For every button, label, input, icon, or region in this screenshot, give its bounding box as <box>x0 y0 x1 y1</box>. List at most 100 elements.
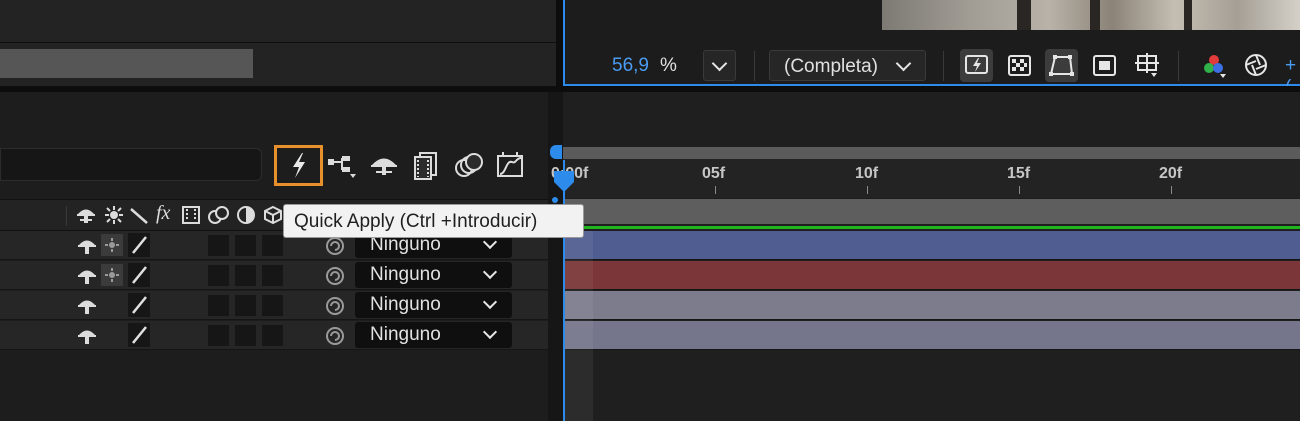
layer-row[interactable]: Ninguno <box>0 321 548 350</box>
ruler-tick <box>1171 186 1172 194</box>
hide-shy-layers-button[interactable] <box>367 150 401 182</box>
graph-editor-button[interactable] <box>494 150 528 182</box>
toolbar-separator <box>1178 51 1179 81</box>
fast-previews-icon <box>965 55 988 74</box>
grid-guides-button[interactable] <box>1130 49 1163 82</box>
region-icon <box>1093 55 1116 76</box>
mask-icon <box>1049 55 1074 76</box>
motion-blur-switch[interactable] <box>262 235 283 256</box>
grid-icon <box>1135 53 1159 77</box>
shy-icon[interactable] <box>76 265 98 287</box>
motion-blur-icon[interactable] <box>207 204 231 226</box>
collapse-transform-icon <box>105 268 119 282</box>
layer-row[interactable]: Ninguno <box>0 291 548 320</box>
layer-duration-bar[interactable] <box>563 321 1300 350</box>
parent-dropdown[interactable]: Ninguno <box>355 262 512 288</box>
parent-dropdown-label: Ninguno <box>370 324 441 345</box>
panel-divider-vertical[interactable] <box>556 0 563 88</box>
transparency-grid-button[interactable] <box>1003 49 1036 82</box>
zoom-value[interactable]: 56,9 <box>612 55 649 77</box>
zoom-dropdown[interactable] <box>703 50 736 81</box>
layer-duration-bar[interactable] <box>563 261 1300 290</box>
quality-switch[interactable] <box>128 233 150 257</box>
current-time-indicator-head[interactable] <box>552 170 576 194</box>
quick-apply-button[interactable] <box>274 145 323 186</box>
frame-blending-button[interactable] <box>410 150 444 182</box>
frame-blend-switch[interactable] <box>235 265 256 286</box>
project-scrollbar[interactable] <box>0 49 253 78</box>
collapse-transform-icon <box>105 238 119 252</box>
motion-blur-switch[interactable] <box>262 295 283 316</box>
toolbar-separator <box>943 51 944 81</box>
header-separator <box>66 206 67 226</box>
frame-blending-icon <box>414 152 437 180</box>
parent-dropdown-label: Ninguno <box>370 294 441 315</box>
parent-dropdown[interactable]: Ninguno <box>355 322 512 348</box>
adjustment-layer-icon[interactable] <box>235 204 257 226</box>
parent-pickwhip-icon[interactable] <box>324 265 346 287</box>
layer-row[interactable]: Ninguno <box>0 261 548 290</box>
motion-blur-switch[interactable] <box>262 325 283 346</box>
3d-layer-icon[interactable] <box>262 204 284 226</box>
quality-switch[interactable] <box>128 323 150 347</box>
timeline-panel-divider[interactable] <box>548 92 563 421</box>
mask-visibility-button[interactable] <box>1045 49 1078 82</box>
navigator-start-handle[interactable] <box>550 145 562 159</box>
current-time-indicator-line[interactable] <box>563 160 565 421</box>
region-of-interest-button[interactable] <box>1088 49 1121 82</box>
fx-switch[interactable] <box>208 295 229 316</box>
fx-switch[interactable] <box>208 325 229 346</box>
parent-pickwhip-icon[interactable] <box>324 325 346 347</box>
ruler-tick <box>1019 186 1020 194</box>
quality-switch[interactable] <box>128 263 150 287</box>
quality-icon <box>132 236 147 254</box>
frame-blend-switch[interactable] <box>235 295 256 316</box>
work-area-start-handle[interactable] <box>552 197 558 203</box>
cache-indicator <box>563 226 1300 229</box>
chevron-down-icon <box>482 294 498 310</box>
solo-icon <box>371 158 397 175</box>
shy-icon[interactable] <box>76 325 98 347</box>
chevron-down-icon <box>482 324 498 340</box>
frame-blend-switch[interactable] <box>235 235 256 256</box>
panel-divider <box>0 42 556 43</box>
chevron-down-icon <box>711 55 728 72</box>
collapse-transform-icon[interactable] <box>103 204 125 226</box>
parent-dropdown[interactable]: Ninguno <box>355 292 512 318</box>
layer-duration-bar[interactable] <box>563 231 1300 260</box>
time-ruler[interactable] <box>563 159 1300 198</box>
motion-blur-switch[interactable] <box>262 265 283 286</box>
project-panel <box>0 0 556 86</box>
zoom-unit: % <box>660 55 677 76</box>
collapse-switch[interactable] <box>101 234 123 256</box>
shy-icon[interactable] <box>75 204 97 226</box>
ruler-label: 10f <box>855 165 879 182</box>
chevron-down-icon <box>895 55 912 72</box>
ruler-label: 15f <box>1007 165 1031 182</box>
shy-icon[interactable] <box>76 295 98 317</box>
composition-flowchart-button[interactable] <box>326 150 360 182</box>
work-area-bar[interactable] <box>563 199 1300 224</box>
time-navigator-bar[interactable] <box>563 147 1300 159</box>
parent-pickwhip-icon[interactable] <box>324 235 346 257</box>
reset-exposure-button[interactable] <box>1240 49 1273 82</box>
fx-switch[interactable] <box>208 265 229 286</box>
shy-icon[interactable] <box>76 235 98 257</box>
effects-column-label[interactable]: fx <box>156 202 170 225</box>
checkerboard-icon <box>1008 55 1031 76</box>
quality-icon[interactable] <box>128 204 150 226</box>
exposure-icon <box>1245 54 1267 76</box>
motion-blur-button[interactable] <box>452 150 486 182</box>
timeline-search-input[interactable] <box>0 148 262 181</box>
parent-pickwhip-icon[interactable] <box>324 295 346 317</box>
fx-switch[interactable] <box>208 235 229 256</box>
collapse-switch[interactable] <box>101 264 123 286</box>
frame-blend-switch[interactable] <box>235 325 256 346</box>
quality-switch[interactable] <box>128 293 150 317</box>
quality-icon <box>132 326 147 344</box>
frame-blending-icon[interactable] <box>180 204 202 226</box>
resolution-dropdown[interactable]: (Completa) <box>769 50 926 81</box>
fast-previews-button[interactable] <box>960 49 993 82</box>
layer-duration-bar[interactable] <box>563 291 1300 320</box>
color-channels-button[interactable] <box>1197 49 1230 82</box>
